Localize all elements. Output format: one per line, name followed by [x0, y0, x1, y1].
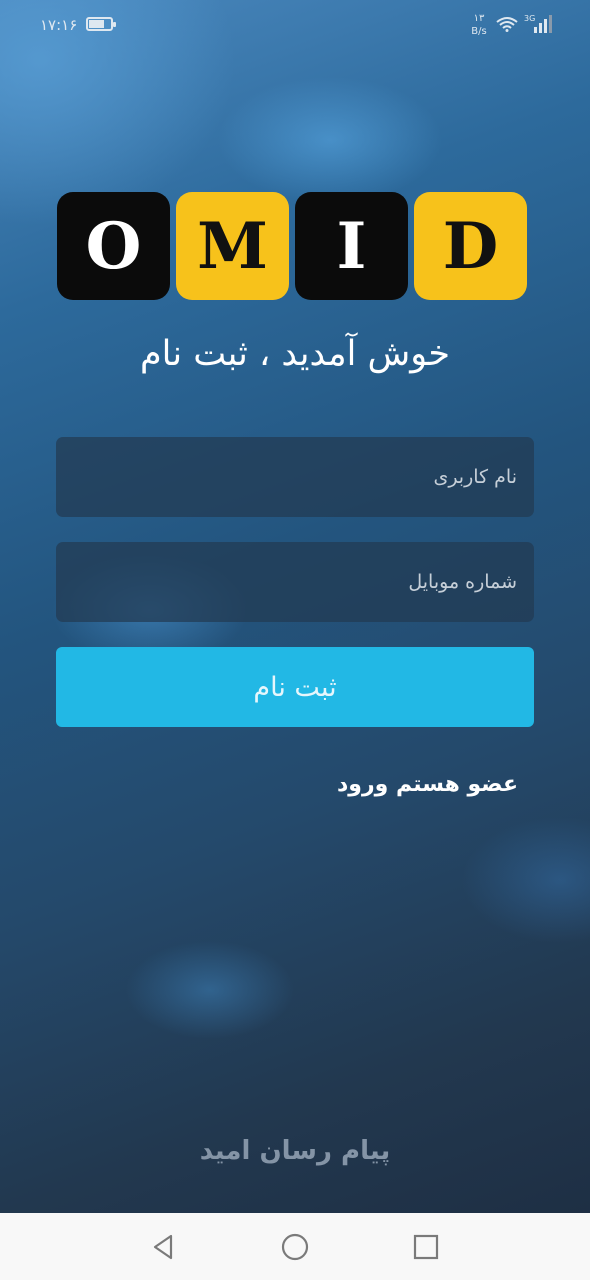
network-speed-unit: B/s [471, 26, 487, 37]
network-type: 3G [524, 14, 535, 23]
login-link[interactable]: عضو هستم ورود [337, 772, 518, 797]
logo-tile-i: I [295, 192, 408, 300]
status-time: ۱۷:۱۶ [40, 16, 78, 34]
mobile-field[interactable] [56, 542, 534, 622]
logo-tile-o: O [57, 192, 170, 300]
omid-logo: O M I D [57, 192, 527, 300]
register-button[interactable]: ثبت نام [56, 647, 534, 727]
signal-icon: 3G [524, 14, 552, 33]
mobile-input[interactable] [56, 542, 517, 622]
battery-icon [86, 17, 116, 31]
back-icon[interactable] [148, 1231, 180, 1263]
username-field[interactable] [56, 437, 534, 517]
network-speed: ۱۳ B/s [466, 12, 492, 38]
username-input[interactable] [56, 437, 517, 517]
home-icon[interactable] [279, 1231, 311, 1263]
logo-tile-d: D [414, 192, 527, 300]
recents-icon[interactable] [410, 1231, 442, 1263]
status-bar: ۱۷:۱۶ ۱۳ B/s 3G [0, 0, 590, 50]
footer-text: پیام رسان امید [199, 1136, 391, 1166]
logo-tile-m: M [176, 192, 289, 300]
welcome-title: خوش آمدید ، ثبت نام [140, 334, 450, 374]
network-speed-value: ۱۳ [473, 13, 485, 24]
navigation-bar [0, 1213, 590, 1280]
wifi-icon [496, 17, 518, 32]
